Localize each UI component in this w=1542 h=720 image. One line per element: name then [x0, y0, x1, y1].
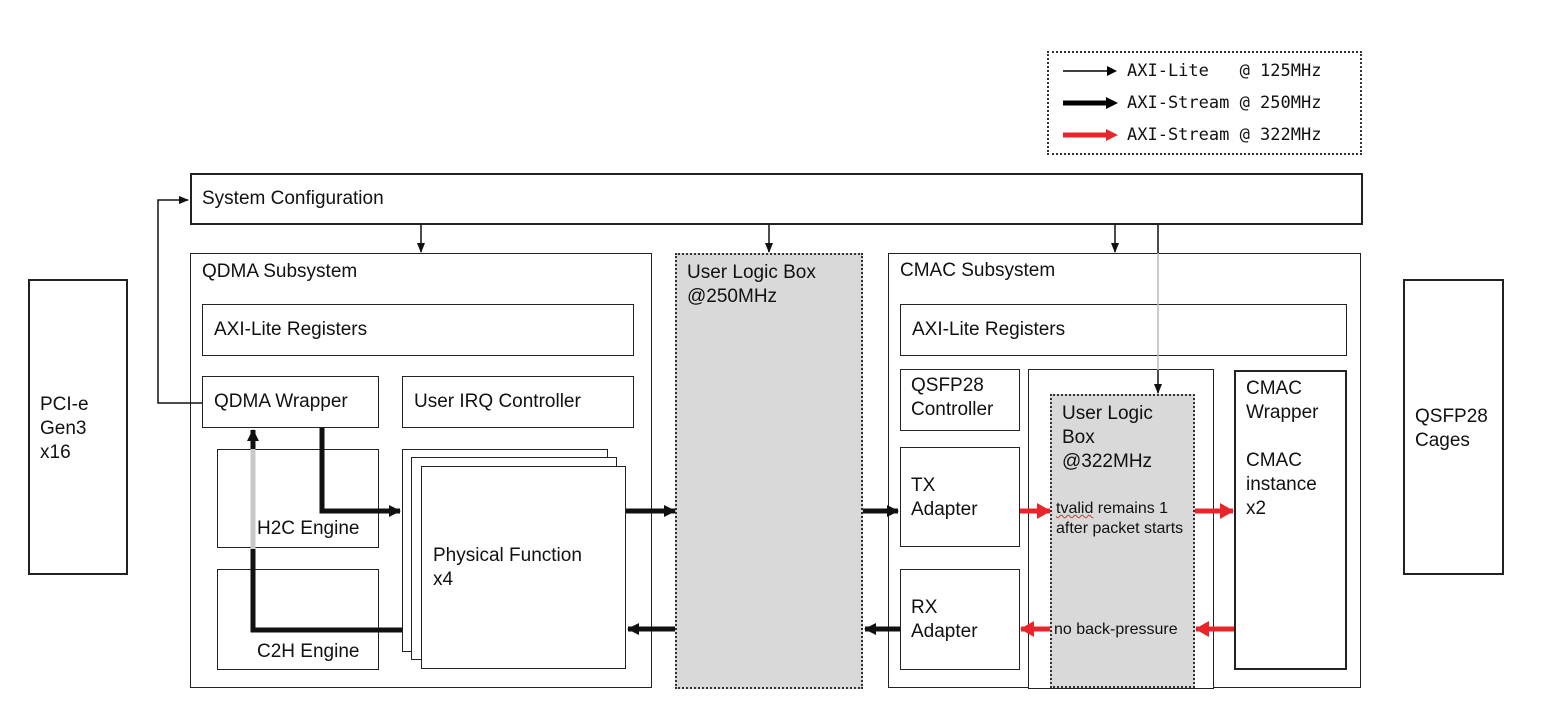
- physical-function-label: Physical Function x4: [433, 545, 582, 590]
- qdma-wrapper-label: QDMA Wrapper: [214, 391, 348, 412]
- qsfp28-controller-label: QSFP28 Controller: [911, 375, 994, 420]
- h2c-engine: H2C Engine: [217, 449, 379, 548]
- qdma-wrapper: QDMA Wrapper: [202, 376, 379, 428]
- user-logic-box-322mhz: User Logic Box @322MHz: [1050, 394, 1195, 688]
- tx-adapter: TX Adapter: [900, 447, 1020, 547]
- pcie-block: PCI-e Gen3 x16: [28, 279, 128, 575]
- rx-adapter-label: RX Adapter: [911, 597, 978, 642]
- legend-label: AXI-Stream @ 322MHz: [1127, 125, 1322, 145]
- system-configuration-block: System Configuration: [190, 173, 1363, 225]
- qsfp28-cages-block: QSFP28 Cages: [1403, 279, 1504, 575]
- thick-arrow-icon: [1063, 97, 1118, 109]
- qdma-subsystem-title: QDMA Subsystem: [202, 261, 358, 282]
- user-irq-controller-label: User IRQ Controller: [414, 391, 581, 412]
- cmac-wrapper-label: CMAC Wrapper: [1246, 378, 1319, 423]
- legend-item-axi-stream-322: AXI-Stream @ 322MHz: [1061, 123, 1321, 147]
- c2h-engine-label: C2H Engine: [257, 641, 360, 662]
- legend-label: AXI-Stream @ 250MHz: [1127, 93, 1322, 113]
- legend-item-axi-stream-250: AXI-Stream @ 250MHz: [1061, 91, 1321, 115]
- tvalid-word: tvalid: [1056, 500, 1094, 517]
- tx-path-note: tvalid remains 1 after packet starts: [1056, 499, 1183, 539]
- h2c-engine-label: H2C Engine: [257, 518, 360, 539]
- legend-item-axi-lite: AXI-Lite @ 125MHz: [1061, 59, 1321, 83]
- qdma-axi-lite-registers: AXI-Lite Registers: [202, 304, 634, 356]
- cmac-instance-label: CMAC instance x2: [1246, 450, 1317, 519]
- c2h-engine: C2H Engine: [217, 569, 379, 670]
- pcie-label: PCI-e Gen3 x16: [40, 394, 89, 463]
- user-logic-box-250mhz: User Logic Box @250MHz: [675, 253, 863, 689]
- physical-function: Physical Function x4: [421, 466, 626, 669]
- cmac-subsystem-title: CMAC Subsystem: [900, 260, 1056, 281]
- qsfp28-cages-label: QSFP28 Cages: [1415, 406, 1488, 451]
- cmac-axi-lite-registers: AXI-Lite Registers: [900, 304, 1347, 356]
- rx-path-note: no back-pressure: [1054, 621, 1178, 638]
- system-configuration-label: System Configuration: [202, 188, 384, 209]
- qdma-axi-lite-registers-label: AXI-Lite Registers: [214, 319, 368, 340]
- legend-label: AXI-Lite @ 125MHz: [1127, 61, 1322, 81]
- cmac-wrapper: CMAC Wrapper CMAC instance x2: [1234, 370, 1347, 670]
- rx-adapter: RX Adapter: [900, 569, 1020, 670]
- red-thick-arrow-icon: [1063, 129, 1118, 141]
- user-logic-box-322mhz-label: User Logic Box @322MHz: [1062, 403, 1153, 472]
- qsfp28-controller: QSFP28 Controller: [900, 369, 1020, 431]
- cmac-axi-lite-registers-label: AXI-Lite Registers: [912, 319, 1066, 340]
- tx-adapter-label: TX Adapter: [911, 475, 978, 520]
- legend: AXI-Lite @ 125MHz AXI-Stream @ 250MHz AX…: [1047, 51, 1362, 155]
- user-logic-box-250mhz-label: User Logic Box @250MHz: [687, 262, 816, 307]
- user-irq-controller: User IRQ Controller: [402, 376, 634, 428]
- thin-arrow-icon: [1063, 66, 1117, 76]
